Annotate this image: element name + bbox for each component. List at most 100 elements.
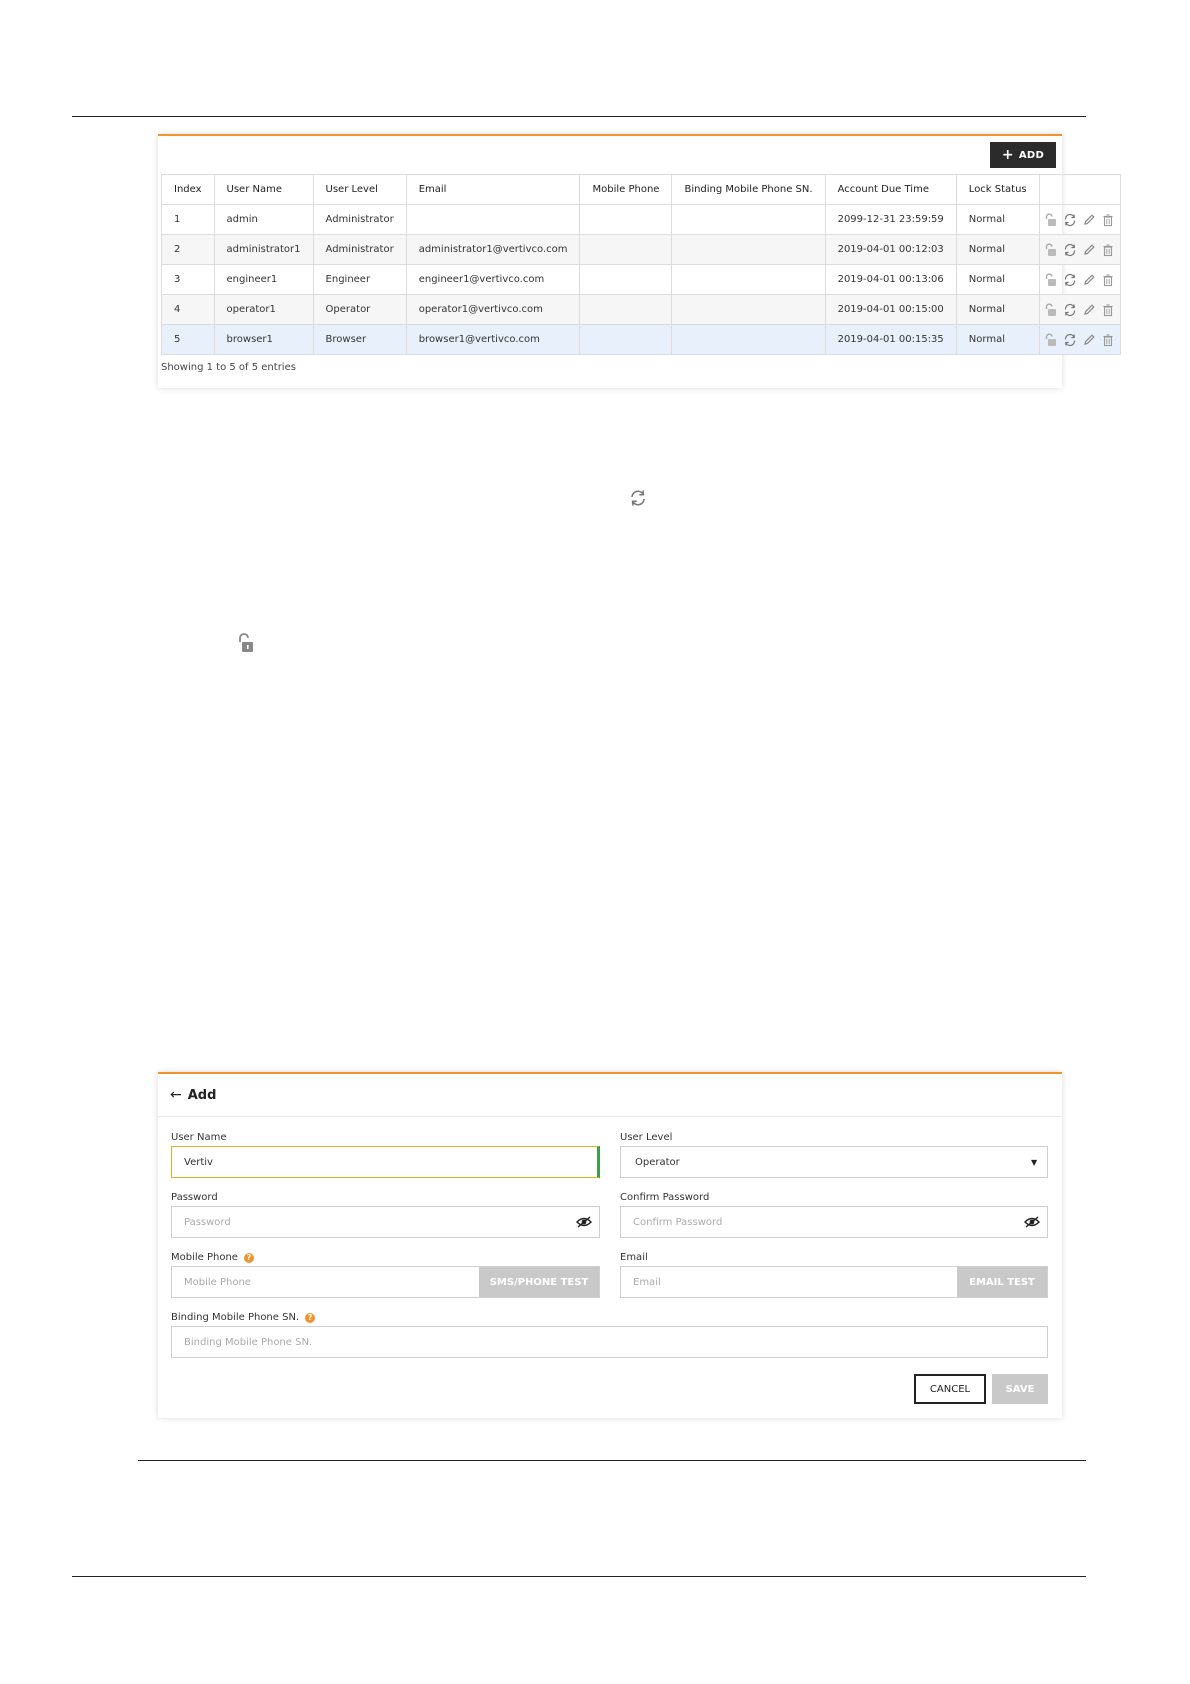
email-field: EMAIL TEST <box>620 1266 1048 1298</box>
unlock-icon[interactable] <box>1042 301 1061 319</box>
edit-icon[interactable] <box>1080 241 1099 259</box>
delete-icon[interactable] <box>1099 331 1118 349</box>
user-level-select[interactable]: Operator ▼ <box>620 1146 1048 1178</box>
delete-icon[interactable] <box>1099 211 1118 229</box>
cell-lock-status: Normal <box>955 294 1040 325</box>
user-level-value: Operator <box>635 1156 680 1168</box>
mobile-phone-field: SMS/PHONE TEST <box>171 1266 600 1298</box>
cell-lock-status: Normal <box>955 234 1040 265</box>
reset-icon[interactable] <box>1061 301 1080 319</box>
cell-actions <box>1038 324 1121 355</box>
cell-lock-status: Normal <box>955 324 1040 355</box>
password-label: Password <box>171 1192 218 1203</box>
cancel-button[interactable]: CANCEL <box>914 1374 986 1404</box>
col-binding-sn[interactable]: Binding Mobile Phone SN. <box>671 174 826 205</box>
unlock-icon[interactable] <box>1042 211 1061 229</box>
reset-icon[interactable] <box>1061 271 1080 289</box>
col-actions <box>1038 174 1121 205</box>
help-icon[interactable]: ? <box>243 1252 254 1263</box>
unlock-icon[interactable] <box>1042 271 1061 289</box>
header-rule <box>72 116 1086 117</box>
binding-sn-label: Binding Mobile Phone SN. ? <box>171 1312 316 1323</box>
cell-mobile-phone <box>579 234 673 265</box>
user-name-input[interactable] <box>172 1147 597 1177</box>
help-icon[interactable]: ? <box>305 1312 316 1323</box>
unlock-icon[interactable] <box>1042 331 1061 349</box>
delete-icon[interactable] <box>1099 301 1118 319</box>
cell-mobile-phone <box>579 204 673 235</box>
mobile-phone-input[interactable] <box>172 1267 479 1297</box>
table-row[interactable]: 2 administrator1 Administrator administrato… <box>161 234 1121 265</box>
confirm-password-input[interactable] <box>621 1207 1017 1237</box>
table-row[interactable]: 5 browser1 Browser browser1@vertivco.com 201… <box>161 324 1121 355</box>
add-user-button[interactable]: + ADD <box>990 142 1056 168</box>
cell-user-level: Administrator <box>312 234 407 265</box>
cell-binding-sn <box>671 324 826 355</box>
reset-icon[interactable] <box>1061 241 1080 259</box>
binding-sn-input[interactable] <box>172 1327 1047 1357</box>
save-button[interactable]: SAVE <box>992 1374 1048 1404</box>
cell-user-name: browser1 <box>213 324 314 355</box>
caret-down-icon: ▼ <box>1031 1157 1038 1167</box>
cell-account-due-time: 2019-04-01 00:15:35 <box>824 324 957 355</box>
cell-index: 1 <box>161 204 215 235</box>
binding-sn-label-text: Binding Mobile Phone SN. <box>171 1312 300 1323</box>
col-user-name[interactable]: User Name <box>213 174 314 205</box>
sms-phone-test-button[interactable]: SMS/PHONE TEST <box>479 1267 599 1297</box>
cell-user-level: Engineer <box>312 264 407 295</box>
edit-icon[interactable] <box>1080 211 1099 229</box>
col-mobile-phone[interactable]: Mobile Phone <box>579 174 673 205</box>
reset-icon[interactable] <box>1061 331 1080 349</box>
cell-account-due-time: 2019-04-01 00:12:03 <box>824 234 957 265</box>
delete-icon[interactable] <box>1099 241 1118 259</box>
cell-email: operator1@vertivco.com <box>405 294 581 325</box>
delete-icon[interactable] <box>1099 271 1118 289</box>
binding-sn-field <box>171 1326 1048 1358</box>
cell-actions <box>1038 204 1121 235</box>
col-index[interactable]: Index <box>161 174 215 205</box>
cell-user-level: Browser <box>312 324 407 355</box>
edit-icon[interactable] <box>1080 301 1099 319</box>
table-row[interactable]: 4 operator1 Operator operator1@vertivco.com… <box>161 294 1121 325</box>
cell-account-due-time: 2019-04-01 00:13:06 <box>824 264 957 295</box>
user-level-label: User Level <box>620 1132 672 1143</box>
password-input[interactable] <box>172 1207 569 1237</box>
cell-binding-sn <box>671 264 826 295</box>
user-level-label-text: User Level <box>620 1132 673 1143</box>
unlock-icon <box>236 632 256 658</box>
plus-icon: + <box>1001 147 1014 163</box>
cell-user-name: operator1 <box>213 294 314 325</box>
cell-mobile-phone <box>579 264 673 295</box>
back-arrow-icon[interactable]: ← <box>170 1087 182 1103</box>
cell-user-name: admin <box>213 204 314 235</box>
edit-icon[interactable] <box>1080 271 1099 289</box>
unlock-icon[interactable] <box>1042 241 1061 259</box>
cell-binding-sn <box>671 234 826 265</box>
col-lock-status[interactable]: Lock Status <box>955 174 1040 205</box>
col-user-level[interactable]: User Level <box>312 174 407 205</box>
user-name-label-text: User Name <box>171 1132 227 1143</box>
cell-email: engineer1@vertivco.com <box>405 264 581 295</box>
eye-slash-icon[interactable] <box>569 1216 599 1228</box>
table-row[interactable]: 1 admin Administrator 2099-12-31 23:59:59 No… <box>161 204 1121 235</box>
email-input[interactable] <box>621 1267 957 1297</box>
cell-user-level: Administrator <box>312 204 407 235</box>
password-label-text: Password <box>171 1192 218 1203</box>
reset-icon[interactable] <box>1061 211 1080 229</box>
user-table-panel: + ADD Index User Name User Level Email M… <box>158 134 1121 388</box>
edit-icon[interactable] <box>1080 331 1099 349</box>
confirm-password-label-text: Confirm Password <box>620 1192 710 1203</box>
cell-email: administrator1@vertivco.com <box>405 234 581 265</box>
table-row[interactable]: 3 engineer1 Engineer engineer1@vertivco.com… <box>161 264 1121 295</box>
col-email[interactable]: Email <box>405 174 581 205</box>
cell-mobile-phone <box>579 294 673 325</box>
cell-user-name: administrator1 <box>213 234 314 265</box>
reset-icon <box>628 488 648 512</box>
col-account-due-time[interactable]: Account Due Time <box>824 174 957 205</box>
cell-actions <box>1038 234 1121 265</box>
eye-slash-icon[interactable] <box>1017 1216 1047 1228</box>
form-header: ← Add <box>158 1074 1062 1117</box>
user-name-field <box>171 1146 600 1178</box>
cell-actions <box>1038 264 1121 295</box>
email-test-button[interactable]: EMAIL TEST <box>957 1267 1047 1297</box>
